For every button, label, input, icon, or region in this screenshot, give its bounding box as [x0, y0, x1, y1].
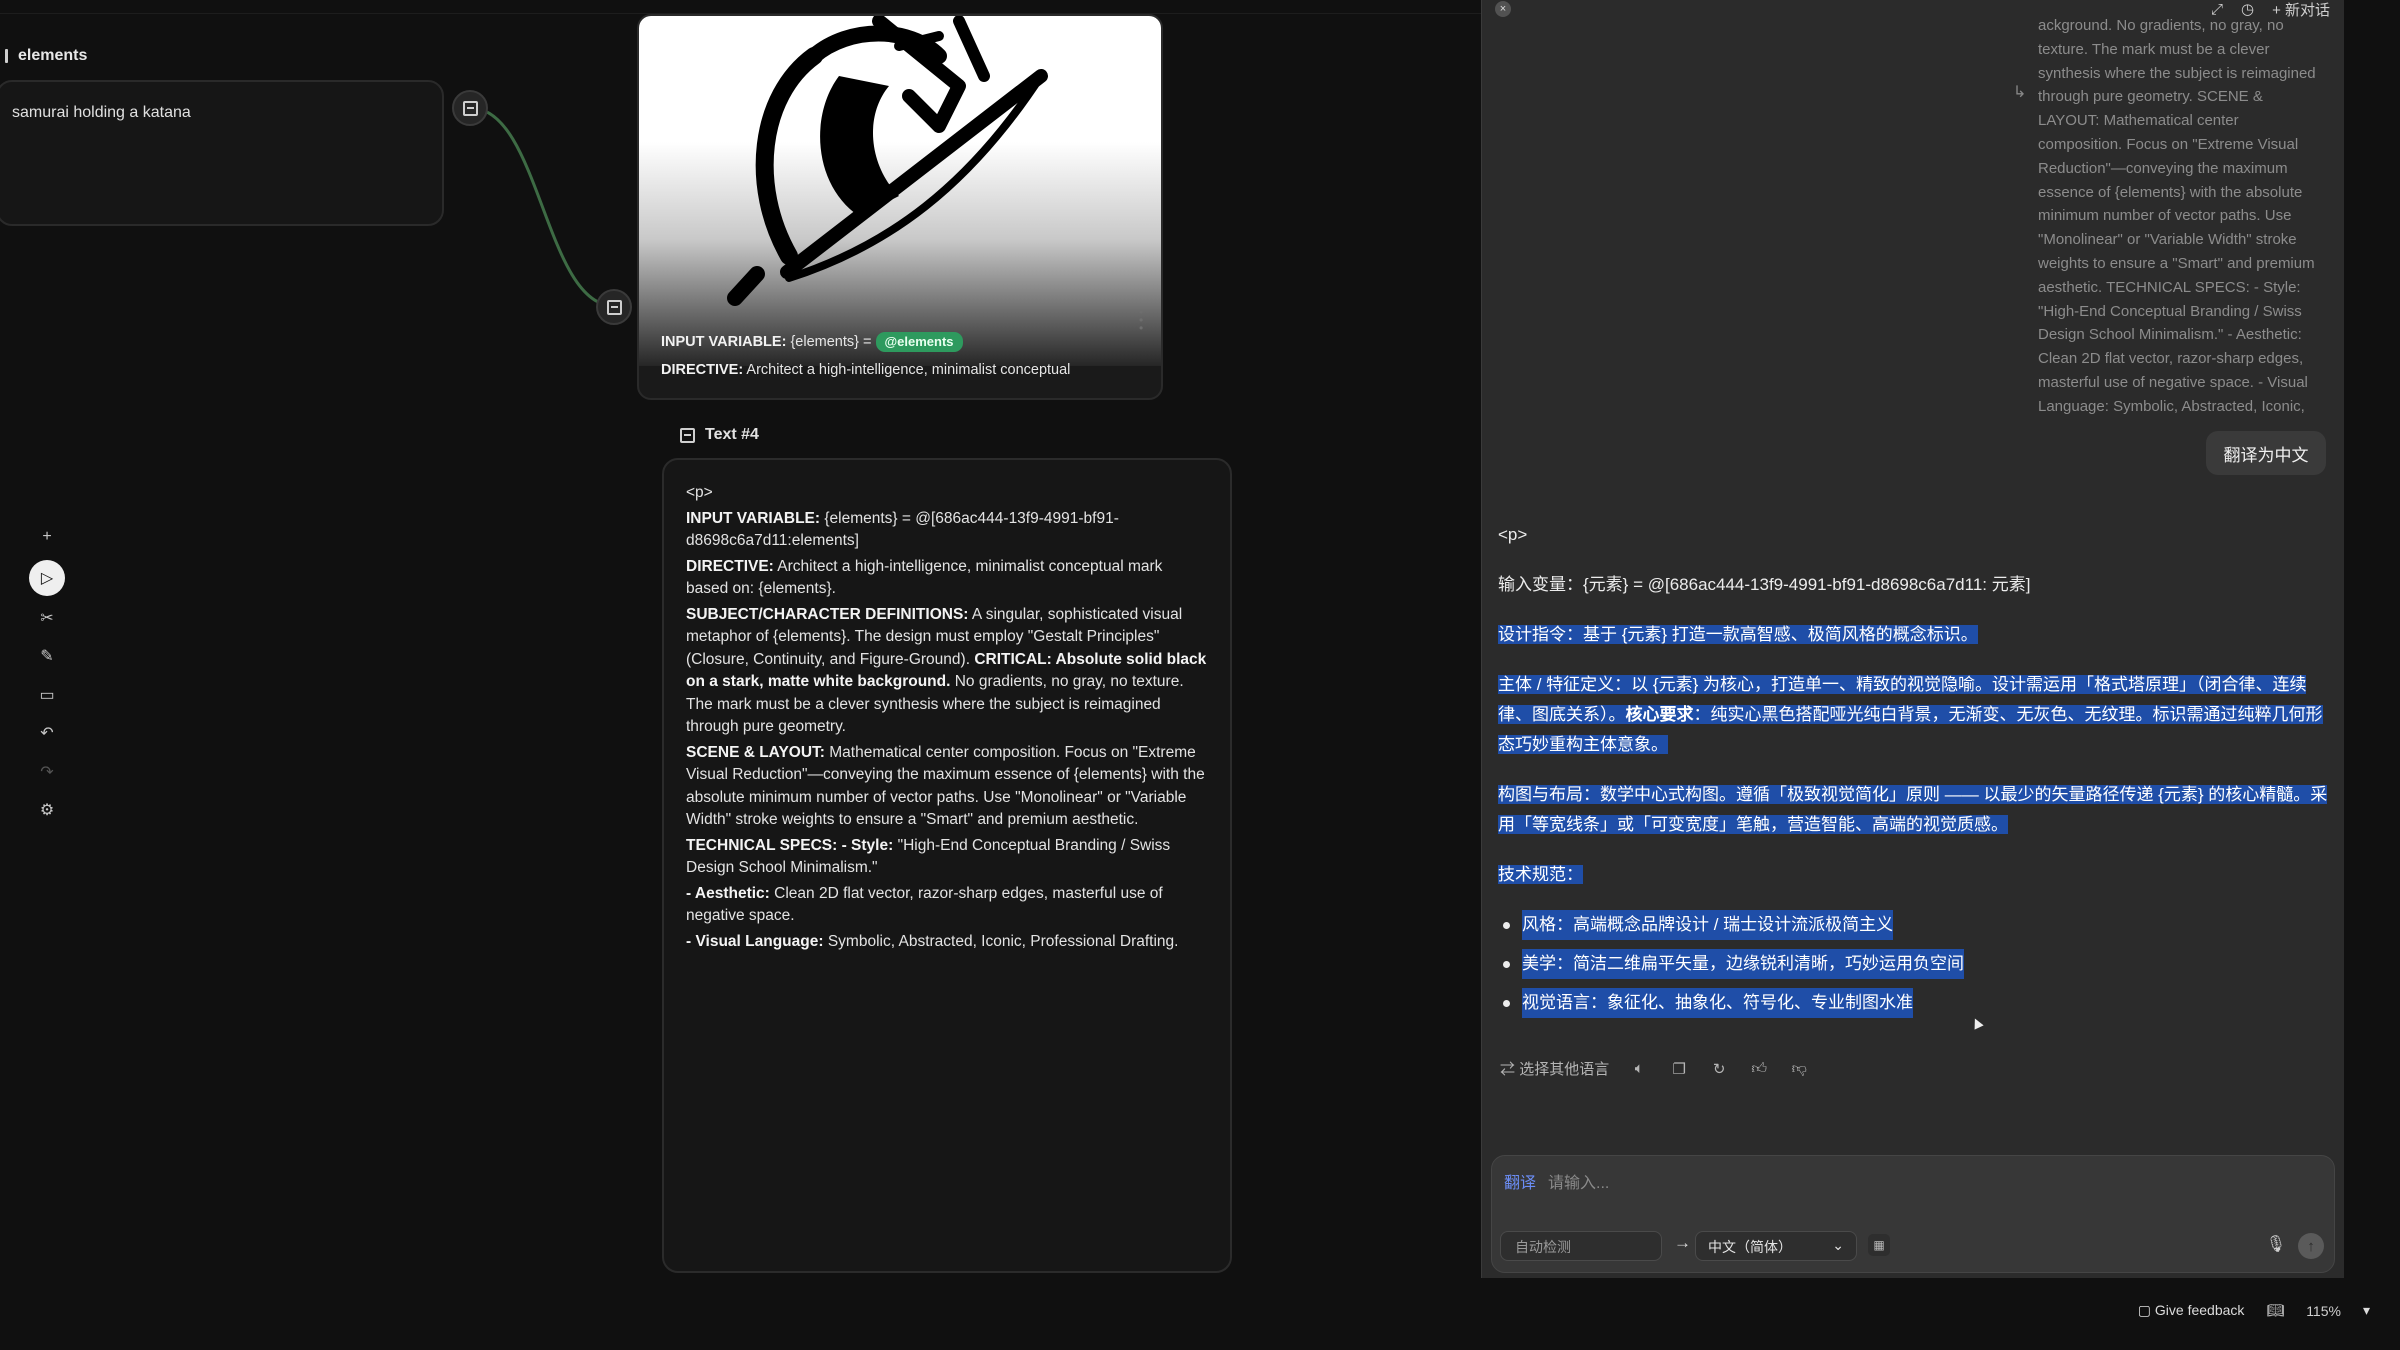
- text-line-aesthetic: - Aesthetic: Clean 2D flat vector, razor…: [686, 883, 1208, 928]
- value: Symbolic, Abstracted, Iconic, Profession…: [827, 932, 1179, 950]
- copy-icon[interactable]: ❐: [1669, 1060, 1689, 1078]
- translate-icon: ⇄: [1500, 1061, 1516, 1078]
- variable-pill[interactable]: @elements: [875, 332, 963, 352]
- text-line-subject: SUBJECT/CHARACTER DEFINITIONS: A singula…: [686, 604, 1208, 739]
- text-line-input: INPUT VARIABLE: {elements} = @[686ac444-…: [686, 508, 1208, 553]
- chevron-down-icon: ⌄: [1832, 1237, 1844, 1253]
- plus-icon[interactable]: +: [28, 518, 66, 556]
- text-node-icon: [680, 427, 695, 443]
- feedback-icon: ▢: [2137, 1302, 2152, 1318]
- label: SCENE & LAYOUT:: [686, 743, 825, 761]
- translate-input-box[interactable]: 翻译 请输入... 自动检测 → 中文（简体） ⌄ ▦ 🎙︎ ↑: [1491, 1155, 2335, 1273]
- label: INPUT VARIABLE:: [686, 509, 821, 527]
- text-line-visual: - Visual Language: Symbolic, Abstracted,…: [686, 931, 1208, 954]
- label: SUBJECT/CHARACTER DEFINITIONS:: [686, 605, 969, 623]
- thumbs-up-icon[interactable]: 👍︎: [1749, 1060, 1769, 1078]
- comment-icon[interactable]: ▭: [28, 676, 66, 714]
- generated-image: [639, 16, 1161, 366]
- list-item: 风格：高端概念品牌设计 / 瑞士设计流派极简主义: [1498, 910, 2332, 940]
- caption-input-value: {elements} =: [790, 334, 872, 350]
- result-line: 输入变量：{元素} = @[686ac444-13f9-4991-bf91-d8…: [1498, 575, 2031, 594]
- list-item: 美学：简洁二维扁平矢量，边缘锐利清晰，巧妙运用负空间: [1498, 949, 2332, 979]
- give-feedback-button[interactable]: ▢ Give feedback: [2138, 1302, 2245, 1319]
- pointer-icon[interactable]: ▷: [29, 559, 65, 596]
- result-list: 风格：高端概念品牌设计 / 瑞士设计流派极简主义 美学：简洁二维扁平矢量，边缘锐…: [1498, 910, 2332, 1018]
- label: TECHNICAL SPECS: - Style:: [686, 836, 894, 854]
- close-icon[interactable]: ×: [1495, 1, 1511, 17]
- pen-icon[interactable]: ✎: [28, 637, 66, 675]
- arrow-right-icon: →: [1674, 1233, 1691, 1252]
- bullet-icon: [1498, 910, 1522, 940]
- send-button[interactable]: ↑: [2298, 1233, 2324, 1259]
- image-caption: INPUT VARIABLE: {elements} = @elements D…: [661, 328, 1139, 384]
- redo-icon[interactable]: ↷: [28, 753, 66, 791]
- caption-input-label: INPUT VARIABLE:: [661, 334, 787, 350]
- mic-icon[interactable]: 🎙︎: [2266, 1234, 2286, 1254]
- choose-language-label: 选择其他语言: [1519, 1061, 1610, 1078]
- list-item-text: 美学：简洁二维扁平矢量，边缘锐利清晰，巧妙运用负空间: [1522, 949, 1964, 979]
- label: - Aesthetic:: [686, 884, 770, 902]
- p-tag: <p>: [686, 484, 713, 501]
- source-language-select[interactable]: 自动检测: [1500, 1231, 1662, 1261]
- result-line: 设计指令：基于 {元素} 打造一款高智感、极简风格的概念标识。: [1498, 625, 1978, 644]
- list-item: 视觉语言：象征化、抽象化、符号化、专业制图水准: [1498, 988, 2332, 1018]
- text-line-directive: DIRECTIVE: Architect a high-intelligence…: [686, 556, 1208, 601]
- list-item-text: 视觉语言：象征化、抽象化、符号化、专业制图水准: [1522, 988, 1913, 1018]
- translation-result: <p> 输入变量：{元素} = @[686ac444-13f9-4991-bf9…: [1498, 520, 2332, 1027]
- drag-handle-icon[interactable]: • • •: [1139, 306, 1145, 334]
- caption-directive-text: Architect a high-intelligence, minimalis…: [746, 362, 1071, 378]
- response-actions: ⇄ 选择其他语言 🔈︎ ❐ ↻ 👍︎ 👎︎: [1500, 1058, 1809, 1079]
- reply-icon: ↳: [2013, 84, 2027, 101]
- image-node[interactable]: • • • INPUT VARIABLE: {elements} = @elemen…: [637, 14, 1163, 400]
- zoom-level[interactable]: 115%: [2306, 1303, 2341, 1319]
- source-message: ackground. No gradients, no gray, no tex…: [2038, 17, 2316, 415]
- feedback-label: Give feedback: [2154, 1302, 2245, 1318]
- bullet-icon: [1498, 988, 1522, 1018]
- text-node-body[interactable]: <p> INPUT VARIABLE: {elements} = @[686ac…: [662, 458, 1232, 1273]
- translate-mode-tag: 翻译: [1504, 1175, 1537, 1192]
- translate-to-chinese-button[interactable]: 翻译为中文: [2206, 431, 2326, 475]
- scissors-icon[interactable]: ✂: [28, 599, 66, 637]
- refresh-icon[interactable]: ↻: [1709, 1060, 1729, 1078]
- caption-directive-label: DIRECTIVE:: [661, 362, 744, 378]
- samurai-logo-image: [727, 16, 1048, 306]
- label: - Visual Language:: [686, 932, 824, 950]
- book-icon[interactable]: 📖︎: [2266, 1302, 2284, 1319]
- result-line: 技术规范：: [1498, 865, 1583, 884]
- apps-icon[interactable]: ▦: [1868, 1234, 1890, 1256]
- result-line: 构图与布局：数学中心式构图。遵循「极致视觉简化」原则 —— 以最少的矢量路径传递…: [1498, 785, 2328, 834]
- result-p-tag: <p>: [1498, 525, 1528, 544]
- input-port-icon[interactable]: [596, 289, 632, 325]
- thumbs-down-icon[interactable]: 👎︎: [1789, 1060, 1809, 1078]
- list-item-text: 风格：高端概念品牌设计 / 瑞士设计流派极简主义: [1522, 910, 1894, 940]
- target-language-value: 中文（简体）: [1708, 1239, 1792, 1255]
- message-input[interactable]: 请输入...: [1548, 1169, 1609, 1193]
- speaker-icon[interactable]: 🔈︎: [1629, 1060, 1649, 1077]
- text-line-scene: SCENE & LAYOUT: Mathematical center comp…: [686, 742, 1208, 832]
- chevron-down-icon[interactable]: ▾: [2363, 1302, 2370, 1319]
- target-language-select[interactable]: 中文（简体） ⌄: [1695, 1231, 1857, 1261]
- text-line-specs: TECHNICAL SPECS: - Style: "High-End Conc…: [686, 835, 1208, 880]
- status-bar: ▢ Give feedback 📖︎ 115% ▾: [2138, 1302, 2370, 1319]
- doc-icon: [462, 100, 478, 116]
- result-emphasis: 核心要求: [1625, 705, 1694, 724]
- canvas-toolbar: + ▷ ✂ ✎ ▭ ↶ ↷ ⚙: [20, 518, 74, 832]
- doc-icon: [606, 299, 622, 315]
- text-node-label: Text #4: [705, 426, 759, 443]
- text-node-title: Text #4: [680, 426, 759, 444]
- bullet-icon: [1498, 949, 1522, 979]
- undo-icon[interactable]: ↶: [28, 714, 66, 752]
- output-port-icon[interactable]: [452, 90, 488, 126]
- label: DIRECTIVE:: [686, 557, 774, 575]
- canvas[interactable]: elements samurai holding a katana • • • …: [0, 0, 2400, 1350]
- choose-language-button[interactable]: ⇄ 选择其他语言: [1500, 1058, 1609, 1079]
- settings-icon[interactable]: ⚙: [28, 791, 66, 829]
